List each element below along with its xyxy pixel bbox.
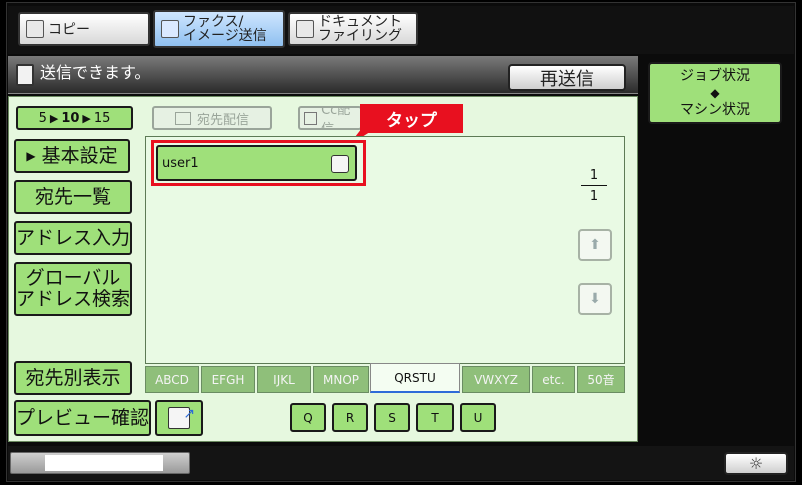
tab-fax-line1: ファクス/ bbox=[183, 14, 244, 30]
scroll-up-button[interactable]: ⬆ bbox=[578, 229, 612, 261]
destination-distribution-label: 宛先配信 bbox=[196, 112, 249, 128]
address-entry-user1[interactable]: user1 bbox=[156, 145, 357, 181]
tab-fax-image-send[interactable]: ファクス/ イメージ送信 bbox=[153, 10, 285, 48]
tap-callout-label: タップ bbox=[386, 111, 437, 131]
job-status-button[interactable]: ジョブ状況 ◆ マシン状況 bbox=[648, 62, 782, 124]
by-destination-button[interactable]: 宛先別表示 bbox=[14, 361, 132, 395]
preview-button[interactable]: プレビュー確認 bbox=[14, 400, 151, 436]
cc-distribution-button[interactable]: Cc配信 bbox=[298, 106, 362, 130]
arrow-right-icon-2: ▶ bbox=[82, 111, 91, 125]
alpha-tab-vwxyz[interactable]: VWXYZ bbox=[462, 366, 530, 393]
fax-destination-icon bbox=[331, 155, 349, 173]
preview-label: プレビュー確認 bbox=[16, 406, 150, 429]
alpha-tab-ijkl[interactable]: IJKL bbox=[257, 366, 311, 393]
range-middle: 10 bbox=[61, 110, 80, 126]
arrow-up-icon: ⬆ bbox=[589, 237, 601, 253]
basic-settings-label: 基本設定 bbox=[41, 144, 118, 167]
status-message: 送信できます。 bbox=[40, 63, 151, 82]
tab-copy[interactable]: コピー bbox=[18, 12, 150, 46]
arrow-right-icon-basic: ▶ bbox=[26, 148, 36, 163]
address-input-label: アドレス入力 bbox=[16, 226, 131, 249]
cc-distribution-label: Cc配信 bbox=[321, 106, 351, 130]
address-entry-name: user1 bbox=[162, 155, 199, 171]
resend-button[interactable]: 再送信 bbox=[508, 64, 626, 91]
toggle-arrows-icon: ◆ bbox=[710, 85, 720, 100]
destination-distribution-button[interactable]: 宛先配信 bbox=[152, 106, 272, 130]
tab-copy-label: コピー bbox=[48, 22, 90, 38]
letter-button-t[interactable]: T bbox=[416, 403, 454, 432]
tab-fax-line2: イメージ送信 bbox=[183, 28, 267, 44]
arrow-right-icon: ▶ bbox=[49, 111, 59, 125]
tab-document-filing[interactable]: ドキュメント ファイリング bbox=[288, 12, 418, 46]
progress-bar-slot bbox=[45, 455, 163, 471]
alpha-tab-mnop[interactable]: MNOP bbox=[313, 366, 369, 393]
copy-icon bbox=[26, 20, 44, 38]
alpha-tab-abcd[interactable]: ABCD bbox=[145, 366, 199, 393]
letter-button-r[interactable]: R bbox=[332, 403, 368, 432]
alpha-tab-50on[interactable]: 50音 bbox=[577, 366, 625, 393]
tab-doc-line2: ファイリング bbox=[318, 28, 402, 44]
document-filing-icon bbox=[296, 20, 314, 38]
range-start: 5 bbox=[38, 110, 47, 126]
address-list-label: 宛先一覧 bbox=[34, 185, 111, 208]
pager: 1 1 bbox=[581, 168, 607, 204]
pager-current: 1 bbox=[581, 168, 607, 186]
alpha-tab-etc[interactable]: etc. bbox=[532, 366, 575, 393]
letter-button-s[interactable]: S bbox=[374, 403, 410, 432]
page-range-indicator[interactable]: 5 ▶ 10 ▶ 15 bbox=[16, 106, 133, 130]
global-search-line2: アドレス検索 bbox=[16, 288, 131, 310]
address-book-edit-icon: ↗ bbox=[168, 406, 195, 429]
letter-button-u[interactable]: U bbox=[460, 403, 496, 432]
global-address-search-button[interactable]: グローバル アドレス検索 bbox=[14, 262, 132, 316]
send-status-icon bbox=[16, 64, 34, 86]
letter-button-q[interactable]: Q bbox=[290, 403, 326, 432]
pager-total: 1 bbox=[589, 189, 599, 204]
arrow-down-icon: ⬇ bbox=[589, 291, 601, 307]
job-status-label: ジョブ状況 bbox=[680, 67, 750, 84]
alpha-tab-efgh[interactable]: EFGH bbox=[201, 366, 255, 393]
machine-status-label: マシン状況 bbox=[680, 101, 750, 118]
address-list-button[interactable]: 宛先一覧 bbox=[14, 180, 132, 214]
alpha-tab-qrstu[interactable]: QRSTU bbox=[370, 363, 460, 393]
resend-label: 再送信 bbox=[540, 68, 594, 90]
address-input-button[interactable]: アドレス入力 bbox=[14, 221, 132, 255]
cc-mail-icon bbox=[304, 111, 318, 125]
address-edit-button[interactable]: ↗ bbox=[155, 400, 203, 436]
scroll-down-button[interactable]: ⬇ bbox=[578, 283, 612, 315]
fax-icon bbox=[161, 20, 179, 38]
basic-settings-button[interactable]: ▶ 基本設定 bbox=[14, 139, 130, 173]
mail-icon bbox=[174, 111, 191, 125]
brightness-button[interactable]: ☼ bbox=[724, 452, 788, 475]
by-destination-label: 宛先別表示 bbox=[25, 366, 121, 389]
range-end: 15 bbox=[93, 110, 111, 126]
global-search-line1: グローバル bbox=[25, 267, 121, 289]
progress-bar bbox=[10, 452, 190, 474]
brightness-icon: ☼ bbox=[748, 454, 764, 473]
tab-doc-line1: ドキュメント bbox=[318, 14, 402, 30]
